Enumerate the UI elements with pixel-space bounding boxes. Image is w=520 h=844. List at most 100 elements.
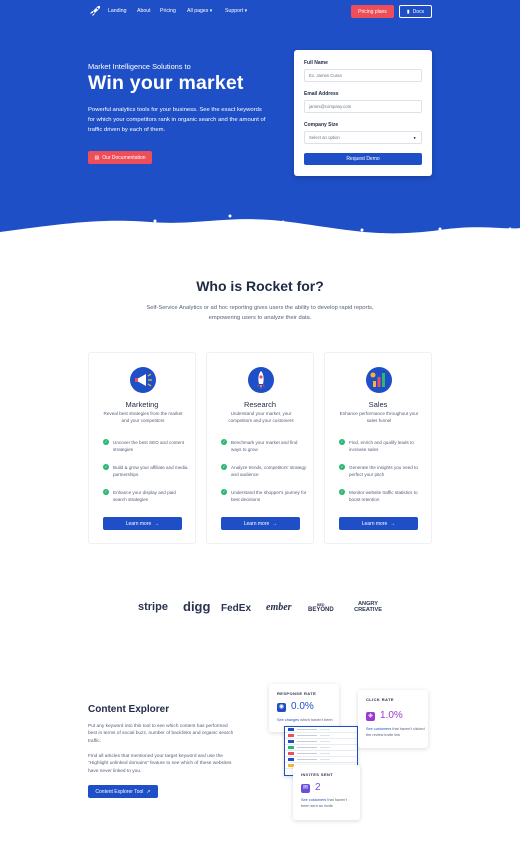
- external-link-icon: ↗: [146, 788, 151, 795]
- nav-support-label: Support: [225, 8, 244, 14]
- feature-text: Monitor website traffic statistics to bo…: [349, 490, 418, 502]
- hero-kicker: Market Intelligence Solutions to: [88, 62, 191, 71]
- card-sales: Sales Enhance performance throughout you…: [324, 352, 432, 544]
- email-label: Email Address: [304, 91, 339, 97]
- stat-label: RESPONSE RATE: [277, 691, 317, 696]
- feature-text: Find, enrich and qualify leads to increa…: [349, 440, 414, 452]
- check-icon: ✓: [103, 464, 109, 470]
- our-documentation-label: Our Documentation: [102, 154, 146, 161]
- content-explorer-tool-button[interactable]: Content Explorer Tool ↗: [88, 785, 158, 798]
- stat-label: INVITES SENT: [301, 772, 334, 777]
- brand-fedex: FedEx: [221, 603, 251, 614]
- arrow-right-icon: →: [272, 520, 278, 527]
- hero-description: Powerful analytics tools for your busine…: [88, 107, 266, 133]
- learn-more-button[interactable]: Learn more →: [339, 517, 418, 530]
- brand-fedex-text: FedEx: [221, 603, 252, 614]
- brand-digg: digg: [183, 599, 211, 614]
- card-title: Sales: [368, 400, 388, 409]
- stat-link[interactable]: See changes: [277, 718, 299, 722]
- stat-label: CLICK RATE: [366, 697, 394, 702]
- check-icon: ✓: [339, 489, 345, 495]
- chart-icon: ◉: [277, 703, 286, 712]
- check-icon: ✓: [339, 464, 345, 470]
- company-size-select[interactable]: Select an option ▸: [304, 131, 422, 144]
- feature-text: Uncover the best SEO and content strateg…: [113, 440, 184, 452]
- content-explorer-paragraph-2: Find all articles that mentioned your ta…: [88, 754, 232, 774]
- feature-text: Enhance your display and paid search str…: [113, 490, 176, 502]
- learn-more-label: Learn more: [243, 520, 270, 527]
- feature-item: ✓ Monitor website traffic statistics to b…: [339, 489, 425, 503]
- stat-note: See customers that haven't been sent an …: [301, 798, 356, 809]
- nav-all-pages-label: All pages: [187, 8, 209, 14]
- nav-landing[interactable]: Landing: [108, 8, 126, 14]
- document-icon: ▤: [94, 154, 100, 161]
- content-explorer-title: Content Explorer: [88, 704, 170, 715]
- brand-beyond-text: BEYOND: [308, 607, 334, 613]
- nav-about[interactable]: About: [137, 8, 151, 14]
- card-title: Marketing: [125, 400, 159, 409]
- chevron-down-icon: ▾: [209, 8, 213, 14]
- card-subtitle: Understand your market, your competitors…: [228, 411, 294, 423]
- envelope-icon: ✉: [301, 784, 310, 793]
- stat-note: See changes which haven't been: [277, 718, 333, 724]
- stat-value: 1.0%: [380, 710, 403, 721]
- request-demo-button[interactable]: Request Demo: [304, 153, 422, 165]
- section-title: Who is Rocket for?: [196, 278, 324, 294]
- row-flag-icon: [288, 758, 294, 761]
- check-icon: ✓: [221, 464, 227, 470]
- nav-pricing[interactable]: Pricing: [160, 8, 176, 14]
- learn-more-label: Learn more: [361, 520, 388, 527]
- docs-label: Docs: [412, 8, 425, 15]
- full-name-input[interactable]: Ex. James Curan: [304, 69, 422, 82]
- learn-more-label: Learn more: [125, 520, 152, 527]
- check-icon: ✓: [103, 489, 109, 495]
- row-flag-icon: [288, 752, 294, 755]
- feature-text: Build & grow your affiliate and media pa…: [113, 465, 188, 477]
- feature-text: Understand the shopper's journey for bes…: [231, 490, 307, 502]
- learn-more-button[interactable]: Learn more →: [221, 517, 300, 530]
- nav-support[interactable]: Support ▾: [225, 8, 247, 14]
- row-flag-icon: [288, 734, 294, 737]
- invites-sent-card: INVITES SENT ✉ 2 See customers that have…: [293, 765, 360, 820]
- email-input[interactable]: james@company.com: [304, 100, 422, 113]
- megaphone-icon: [130, 367, 156, 393]
- stat-note-text: which haven't been: [300, 718, 333, 722]
- learn-more-button[interactable]: Learn more →: [103, 517, 182, 530]
- check-icon: ✓: [221, 489, 227, 495]
- brand-beyond: BED BEYOND: [308, 603, 334, 613]
- feature-text: Generate the insights you need to perfec…: [349, 465, 418, 477]
- rocket-logo-icon[interactable]: [88, 4, 102, 18]
- feature-item: ✓ Understand the shopper's journey for be…: [221, 489, 307, 503]
- click-rate-card: CLICK RATE ◈ 1.0% See customers that hav…: [358, 690, 428, 748]
- feature-item: ✓ Generate the insights you need to perfe…: [339, 464, 425, 478]
- check-icon: ✓: [103, 439, 109, 445]
- stat-note: See customers that haven't clicked the r…: [366, 727, 426, 738]
- pricing-plans-button[interactable]: Pricing plans: [351, 5, 394, 18]
- row-flag-icon: [288, 728, 294, 731]
- section-description: Self-Service Analytics or ad hoc reporti…: [146, 305, 374, 321]
- brand-stripe: stripe: [138, 601, 168, 613]
- feature-text: Analyze trends, competitors' strategy an…: [231, 465, 307, 477]
- chevron-down-icon: ▾: [244, 8, 248, 14]
- card-subtitle: Reveal best strategies from the market a…: [103, 411, 183, 423]
- response-rate-card: RESPONSE RATE ◉ 0.0% See changes which h…: [269, 684, 339, 732]
- card-subtitle: Enhance performance throughout your sale…: [339, 411, 419, 423]
- hero-title: Win your market: [88, 72, 244, 94]
- content-explorer-paragraph-1: Put any keyword into this tool to see wh…: [88, 724, 234, 744]
- book-icon: ▮: [406, 8, 410, 15]
- our-documentation-button[interactable]: ▤ Our Documentation: [88, 151, 152, 164]
- row-flag-icon: [288, 746, 294, 749]
- brand-ember: ember: [266, 602, 292, 613]
- row-flag-icon: [288, 740, 294, 743]
- arrow-right-icon: →: [390, 520, 396, 527]
- feature-item: ✓ Benchmark your market and find ways to …: [221, 439, 307, 453]
- feature-item: ✓ Analyze trends, competitors' strategy a…: [221, 464, 307, 478]
- demo-form: Full Name Ex. James Curan Email Address …: [294, 50, 432, 176]
- arrow-right-icon: →: [154, 520, 160, 527]
- company-size-value: Select an option: [309, 135, 340, 140]
- docs-button[interactable]: ▮ Docs: [399, 5, 432, 18]
- stat-link[interactable]: See customers: [366, 727, 391, 731]
- nav-all-pages[interactable]: All pages ▾: [187, 8, 212, 14]
- company-size-label: Company Size: [304, 122, 339, 128]
- stat-link[interactable]: See customers: [301, 798, 326, 802]
